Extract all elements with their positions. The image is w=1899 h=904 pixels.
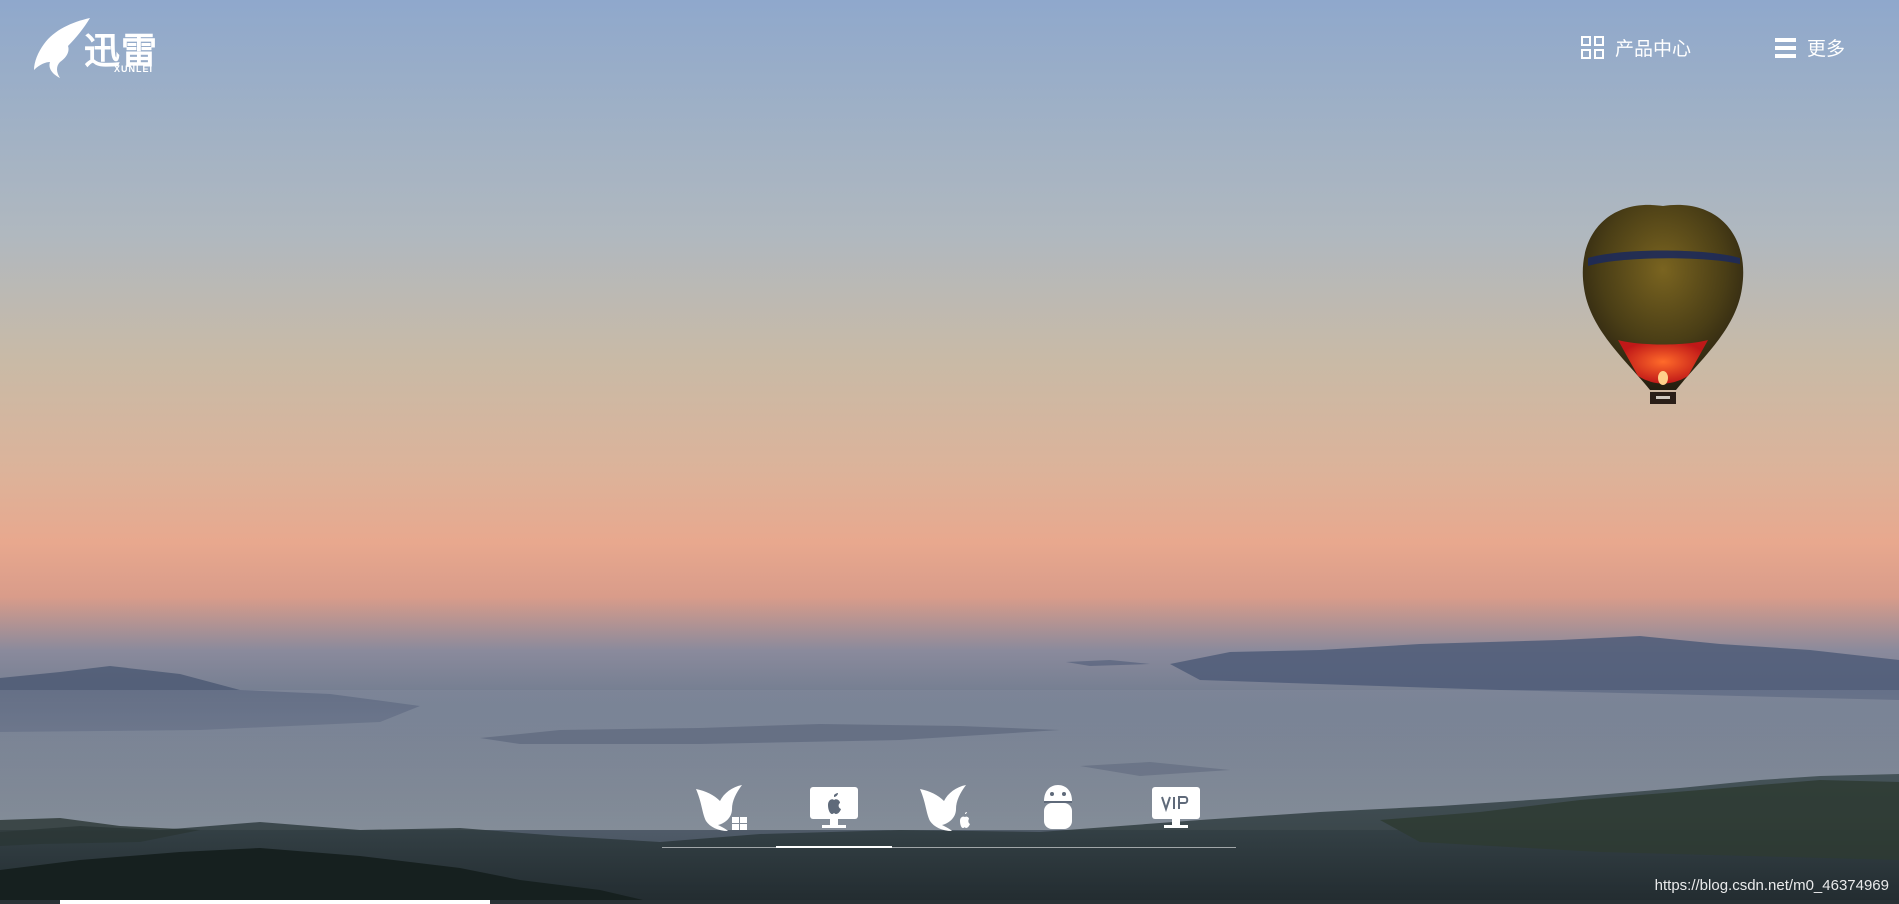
product-center-link[interactable]: 产品中心: [1581, 34, 1691, 61]
android-download[interactable]: [1028, 782, 1088, 834]
menu-icon: [1775, 37, 1796, 58]
hero-background: 迅雷 XUNLEI 产品中心 更多 https://blog.csdn.net/…: [0, 0, 1899, 904]
logo-subtext: XUNLEI: [114, 64, 154, 74]
mac-desktop-icon: [810, 787, 858, 828]
vip-download[interactable]: [1146, 782, 1206, 834]
android-icon: [1044, 785, 1072, 829]
hot-air-balloon: [1582, 204, 1744, 404]
vip-desktop-icon: [1152, 787, 1200, 828]
download-tab-track: [662, 847, 1236, 848]
product-center-label: 产品中心: [1615, 39, 1692, 60]
slide-progress-bar: [60, 900, 490, 904]
xunlei-windows-icon: [696, 785, 747, 831]
xunlei-ios-download[interactable]: [916, 782, 976, 834]
download-tab-indicator: [776, 846, 892, 848]
more-menu-link[interactable]: 更多: [1775, 34, 1845, 61]
xunlei-windows-download[interactable]: [692, 782, 752, 834]
mac-download[interactable]: [804, 782, 864, 834]
xunlei-logo[interactable]: 迅雷 XUNLEI: [32, 16, 167, 78]
download-icon-bar: [662, 782, 1236, 852]
top-navigation-bar: 迅雷 XUNLEI 产品中心 更多: [0, 0, 1899, 100]
xunlei-ios-icon: [920, 785, 970, 831]
watermark-text: https://blog.csdn.net/m0_46374969: [1654, 877, 1889, 894]
landscape-scenery: [0, 204, 1899, 904]
grid-icon: [1581, 35, 1604, 59]
bird-logo-icon: [34, 18, 90, 78]
more-label: 更多: [1807, 39, 1846, 60]
